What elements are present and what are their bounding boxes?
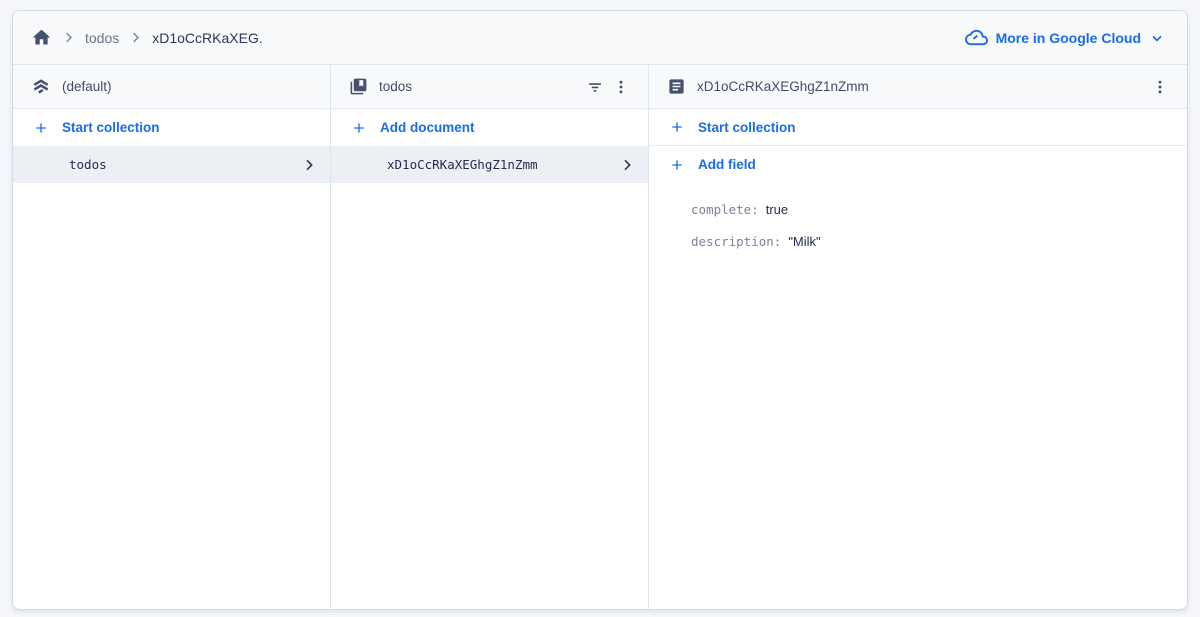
add-field-button[interactable]: Add field (649, 146, 1187, 183)
collection-id: todos (69, 157, 107, 172)
collection-list-item[interactable]: todos (13, 146, 330, 183)
field-value: "Milk" (788, 234, 820, 249)
breadcrumb-item-document: xD1oCcRKaXEG. (152, 30, 262, 46)
collection-panel: todos (331, 65, 649, 609)
document-title: xD1oCcRKaXEGhgZ1nZmm (697, 79, 869, 94)
chevron-right-icon (301, 157, 317, 173)
database-panel: (default) Start collection todos (13, 65, 331, 609)
breadcrumb-item-collection[interactable]: todos (85, 30, 119, 46)
kebab-menu-icon[interactable] (608, 74, 634, 100)
panels-container: (default) Start collection todos (13, 65, 1187, 609)
field-name: complete: (691, 202, 759, 217)
document-panel-header: xD1oCcRKaXEGhgZ1nZmm (649, 65, 1187, 109)
document-panel: xD1oCcRKaXEGhgZ1nZmm Start collection (649, 65, 1187, 609)
add-document-button[interactable]: Add document (331, 109, 648, 146)
field-row-description[interactable]: description: "Milk" (691, 225, 1187, 257)
cloud-icon (965, 26, 988, 49)
firestore-logo-icon (31, 77, 51, 97)
field-list: complete: true description: "Milk" (649, 183, 1187, 257)
chevron-down-icon (1149, 30, 1165, 46)
database-panel-header: (default) (13, 65, 330, 109)
home-icon[interactable] (31, 27, 52, 48)
chevron-right-icon (128, 30, 143, 45)
document-list-item[interactable]: xD1oCcRKaXEGhgZ1nZmm (331, 146, 648, 183)
chevron-right-icon (619, 157, 635, 173)
firestore-panel-card: todos xD1oCcRKaXEG. More in Google Cloud (12, 10, 1188, 610)
plus-icon (669, 119, 685, 135)
plus-icon (33, 120, 49, 136)
more-in-google-cloud-label: More in Google Cloud (996, 30, 1141, 46)
start-collection-button[interactable]: Start collection (13, 109, 330, 146)
filter-icon[interactable] (582, 74, 608, 100)
plus-icon (351, 120, 367, 136)
kebab-menu-icon[interactable] (1147, 74, 1173, 100)
database-title: (default) (62, 79, 112, 94)
plus-icon (669, 157, 685, 173)
add-document-label: Add document (380, 120, 475, 135)
breadcrumb: todos xD1oCcRKaXEG. More in Google Cloud (13, 11, 1187, 65)
add-field-label: Add field (698, 157, 756, 172)
chevron-right-icon (61, 30, 76, 45)
collection-title: todos (379, 79, 412, 94)
collection-icon (349, 77, 368, 96)
start-collection-label: Start collection (698, 120, 796, 135)
document-id: xD1oCcRKaXEGhgZ1nZmm (387, 157, 538, 172)
field-value: true (766, 202, 788, 217)
start-collection-button[interactable]: Start collection (649, 109, 1187, 146)
start-collection-label: Start collection (62, 120, 160, 135)
collection-panel-header: todos (331, 65, 648, 109)
document-icon (667, 77, 686, 96)
field-row-complete[interactable]: complete: true (691, 193, 1187, 225)
field-name: description: (691, 234, 781, 249)
more-in-google-cloud-button[interactable]: More in Google Cloud (965, 26, 1165, 49)
